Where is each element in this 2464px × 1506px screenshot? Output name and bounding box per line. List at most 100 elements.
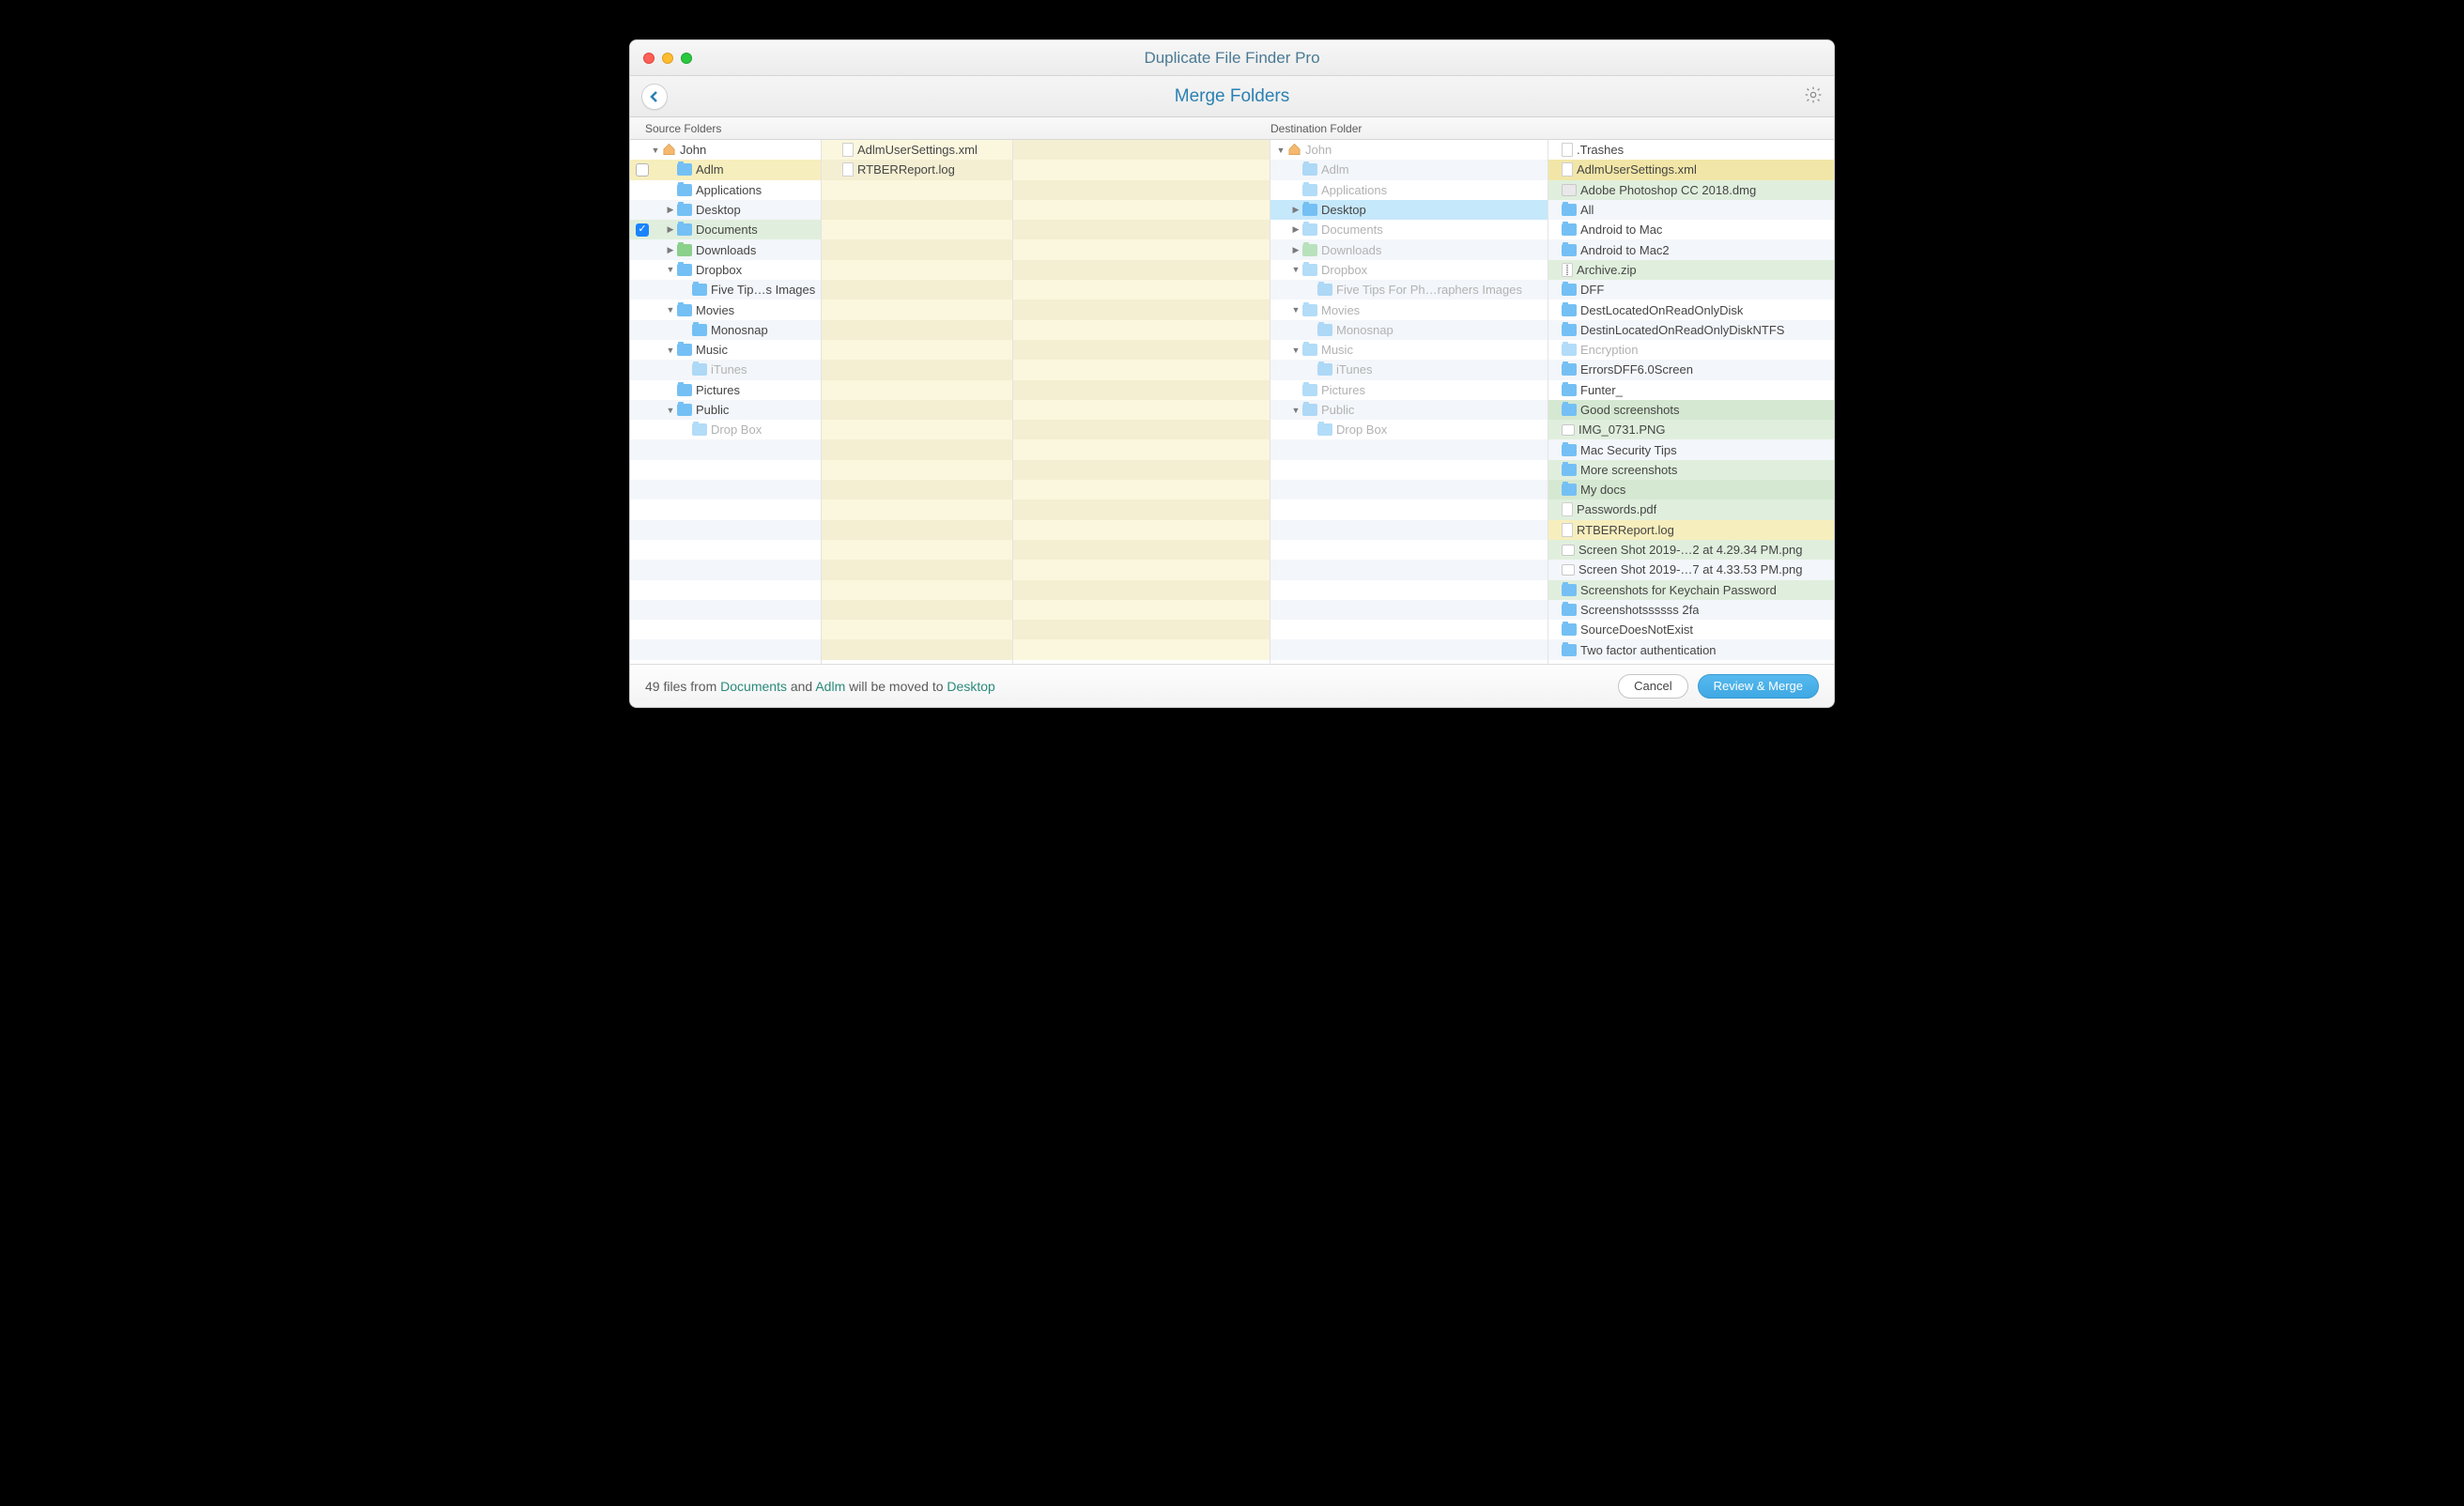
file-row[interactable]: Two factor authentication	[1548, 639, 1834, 659]
tree-row[interactable]: Drop Box	[630, 420, 821, 439]
tree-row[interactable]: Applications	[1270, 180, 1548, 200]
empty-row	[1013, 580, 1270, 600]
tree-row[interactable]: Drop Box	[1270, 420, 1548, 439]
tree-row[interactable]: ▶Downloads	[630, 239, 821, 259]
tree-row[interactable]: ▼Music	[1270, 340, 1548, 360]
file-row[interactable]: RTBERReport.log	[822, 160, 1012, 179]
merge-arrow-area	[1013, 140, 1270, 664]
file-row[interactable]: All	[1548, 200, 1834, 220]
tree-row[interactable]: ▼Public	[1270, 400, 1548, 420]
tree-row[interactable]: ▼Music	[630, 340, 821, 360]
disclosure-triangle-icon[interactable]: ▶	[666, 205, 675, 215]
file-row[interactable]: Screenshotssssss 2fa	[1548, 600, 1834, 620]
back-button[interactable]	[641, 84, 668, 110]
disclosure-triangle-icon[interactable]: ▶	[666, 245, 675, 255]
file-row[interactable]: .Trashes	[1548, 140, 1834, 160]
tree-row[interactable]: Pictures	[1270, 380, 1548, 400]
disclosure-triangle-icon[interactable]: ▼	[651, 146, 660, 155]
file-row[interactable]: AdlmUserSettings.xml	[1548, 160, 1834, 179]
folder-icon	[1302, 384, 1317, 396]
file-row[interactable]: Adobe Photoshop CC 2018.dmg	[1548, 180, 1834, 200]
tree-row[interactable]: ▶Desktop	[1270, 200, 1548, 220]
file-row[interactable]: Good screenshots	[1548, 400, 1834, 420]
item-label: Passwords.pdf	[1577, 502, 1656, 516]
tree-row[interactable]: ▶Documents	[630, 220, 821, 239]
tree-row[interactable]: ▼Movies	[1270, 300, 1548, 319]
settings-button[interactable]	[1804, 85, 1823, 107]
tree-row[interactable]: Pictures	[630, 380, 821, 400]
folder-icon	[1317, 324, 1332, 336]
checkbox[interactable]	[636, 163, 649, 177]
folder-icon	[1302, 344, 1317, 356]
file-row[interactable]: More screenshots	[1548, 460, 1834, 480]
file-row[interactable]: Android to Mac2	[1548, 239, 1834, 259]
tree-row[interactable]: Monosnap	[630, 320, 821, 340]
disclosure-triangle-icon[interactable]: ▼	[1291, 406, 1301, 415]
item-label: Android to Mac	[1580, 223, 1662, 237]
disclosure-triangle-icon[interactable]: ▶	[666, 224, 675, 235]
tree-row[interactable]: Monosnap	[1270, 320, 1548, 340]
window-title: Duplicate File Finder Pro	[630, 49, 1834, 68]
tree-row[interactable]: Applications	[630, 180, 821, 200]
disclosure-triangle-icon[interactable]: ▼	[1291, 265, 1301, 274]
file-row[interactable]: AdlmUserSettings.xml	[822, 140, 1012, 160]
file-row[interactable]: ErrorsDFF6.0Screen	[1548, 360, 1834, 379]
destination-folder-tree[interactable]: ▼JohnAdlmApplications▶Desktop▶Documents▶…	[1270, 140, 1548, 664]
item-label: Android to Mac2	[1580, 243, 1670, 257]
disclosure-triangle-icon[interactable]: ▼	[1291, 346, 1301, 355]
file-row[interactable]: DFF	[1548, 280, 1834, 300]
file-row[interactable]: Passwords.pdf	[1548, 499, 1834, 519]
tree-row[interactable]: ▶Downloads	[1270, 239, 1548, 259]
file-row[interactable]: DestLocatedOnReadOnlyDisk	[1548, 300, 1834, 319]
tree-row[interactable]: Five Tips For Ph…raphers Images	[1270, 280, 1548, 300]
file-row[interactable]: IMG_0731.PNG	[1548, 420, 1834, 439]
close-window-button[interactable]	[643, 53, 654, 64]
tree-row[interactable]: iTunes	[1270, 360, 1548, 379]
destination-file-list[interactable]: .TrashesAdlmUserSettings.xmlAdobe Photos…	[1548, 140, 1834, 664]
tree-row[interactable]: ▼John	[1270, 140, 1548, 160]
tree-row[interactable]: ▼Movies	[630, 300, 821, 319]
tree-row[interactable]: ▼Dropbox	[630, 260, 821, 280]
file-row[interactable]: Funter_	[1548, 380, 1834, 400]
tree-row[interactable]: ▼John	[630, 140, 821, 160]
disclosure-triangle-icon[interactable]: ▼	[1276, 146, 1286, 155]
disclosure-triangle-icon[interactable]: ▼	[666, 265, 675, 274]
disclosure-triangle-icon[interactable]: ▼	[666, 346, 675, 355]
tree-row[interactable]: iTunes	[630, 360, 821, 379]
tree-row[interactable]: Adlm	[630, 160, 821, 179]
file-row[interactable]: Android to Mac	[1548, 220, 1834, 239]
tree-row[interactable]: ▼Dropbox	[1270, 260, 1548, 280]
disclosure-triangle-icon[interactable]: ▼	[1291, 305, 1301, 315]
file-row[interactable]: SourceDoesNotExist	[1548, 620, 1834, 639]
file-row[interactable]: Screenshots for Keychain Password	[1548, 580, 1834, 600]
file-row[interactable]: Archive.zip	[1548, 260, 1834, 280]
disclosure-triangle-icon[interactable]: ▼	[666, 406, 675, 415]
file-row[interactable]: DestinLocatedOnReadOnlyDiskNTFS	[1548, 320, 1834, 340]
file-icon	[842, 162, 854, 177]
file-row[interactable]: Screen Shot 2019-…2 at 4.29.34 PM.png	[1548, 540, 1834, 560]
checkbox[interactable]	[636, 223, 649, 237]
review-merge-button[interactable]: Review & Merge	[1698, 674, 1819, 699]
empty-row	[1270, 439, 1548, 459]
source-folder-tree[interactable]: ▼JohnAdlmApplications▶Desktop▶Documents▶…	[630, 140, 822, 664]
cancel-button[interactable]: Cancel	[1618, 674, 1687, 699]
tree-row[interactable]: Adlm	[1270, 160, 1548, 179]
disclosure-triangle-icon[interactable]: ▶	[1291, 205, 1301, 215]
file-row[interactable]: Encryption	[1548, 340, 1834, 360]
disclosure-triangle-icon[interactable]: ▶	[1291, 245, 1301, 255]
item-label: Five Tips For Ph…raphers Images	[1336, 283, 1522, 297]
disclosure-triangle-icon[interactable]: ▶	[1291, 224, 1301, 235]
file-row[interactable]: Mac Security Tips	[1548, 439, 1834, 459]
file-row[interactable]: Screen Shot 2019-…7 at 4.33.53 PM.png	[1548, 560, 1834, 579]
tree-row[interactable]: Five Tip…s Images	[630, 280, 821, 300]
tree-row[interactable]: ▶Documents	[1270, 220, 1548, 239]
minimize-window-button[interactable]	[662, 53, 673, 64]
zoom-window-button[interactable]	[681, 53, 692, 64]
source-file-list[interactable]: AdlmUserSettings.xmlRTBERReport.log	[822, 140, 1013, 664]
tree-row[interactable]: ▶Desktop	[630, 200, 821, 220]
item-label: Drop Box	[1336, 423, 1387, 437]
file-row[interactable]: RTBERReport.log	[1548, 520, 1834, 540]
tree-row[interactable]: ▼Public	[630, 400, 821, 420]
disclosure-triangle-icon[interactable]: ▼	[666, 305, 675, 315]
file-row[interactable]: My docs	[1548, 480, 1834, 499]
